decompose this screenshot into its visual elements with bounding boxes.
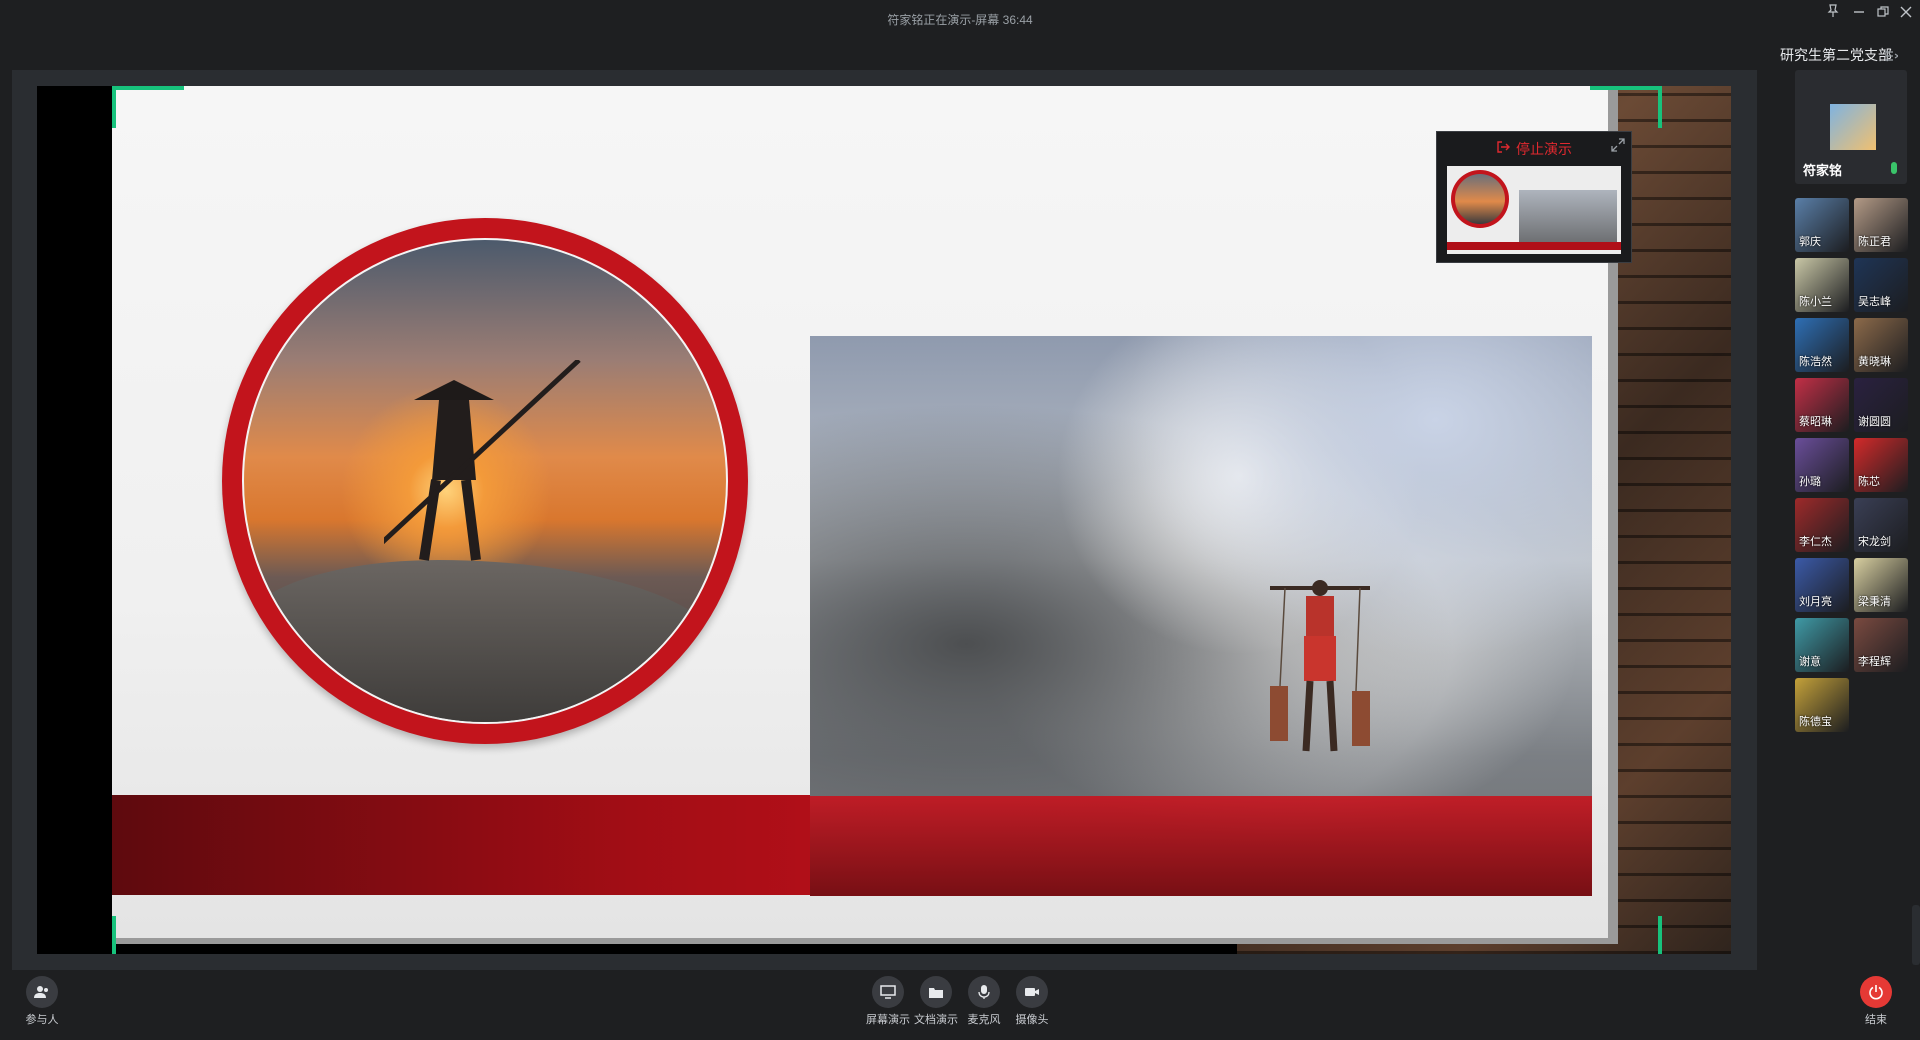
- participant-tile[interactable]: 宋龙剑: [1854, 498, 1908, 552]
- restore-icon[interactable]: [1872, 4, 1894, 24]
- participant-name: 陈正君: [1858, 236, 1891, 248]
- participant-name: 陈浩然: [1799, 356, 1832, 368]
- window-title: 符家铭正在演示-屏幕 36:44: [887, 13, 1033, 27]
- mic-active-icon: [1891, 162, 1897, 174]
- presenter-mini-window[interactable]: 停止演示: [1436, 131, 1632, 263]
- title-bar: 符家铭正在演示-屏幕 36:44: [0, 0, 1920, 40]
- participant-name: 郭庆: [1799, 236, 1821, 248]
- list-toggle-icon[interactable]: [1884, 48, 1900, 66]
- presentation-slide: [112, 86, 1608, 938]
- photo-red-reflection: [810, 796, 1592, 896]
- participant-tile[interactable]: 谢圆圆: [1854, 378, 1908, 432]
- participants-button[interactable]: 参与人: [12, 976, 72, 1027]
- minimize-icon[interactable]: [1848, 4, 1870, 24]
- host-video-tile[interactable]: 符家铭: [1795, 70, 1907, 184]
- participant-name: 孙璐: [1799, 476, 1821, 488]
- participant-name: 梁秉清: [1858, 596, 1891, 608]
- salt-worker-circle-frame: [222, 218, 748, 744]
- participant-name: 陈芯: [1858, 476, 1880, 488]
- preview-red-band: [1447, 242, 1621, 250]
- participant-tile[interactable]: 郭庆: [1795, 198, 1849, 252]
- participant-name: 陈小兰: [1799, 296, 1832, 308]
- participant-name: 谢意: [1799, 656, 1821, 668]
- participant-tile[interactable]: 蔡昭琳: [1795, 378, 1849, 432]
- salt-worker-photo: [242, 238, 728, 724]
- participant-name: 刘月亮: [1799, 596, 1832, 608]
- participant-name: 李程辉: [1858, 656, 1891, 668]
- participant-tile[interactable]: 孙璐: [1795, 438, 1849, 492]
- screen-icon: [872, 976, 904, 1008]
- close-icon[interactable]: [1895, 4, 1917, 24]
- participant-tile[interactable]: 梁秉清: [1854, 558, 1908, 612]
- participant-name: 宋龙剑: [1858, 536, 1891, 548]
- mini-window-preview: [1447, 166, 1621, 254]
- participant-tile[interactable]: 陈正君: [1854, 198, 1908, 252]
- meeting-toolbar: 参与人 屏幕演示 文档演示 麦克风 摄像头 结束: [0, 972, 1920, 1040]
- capture-corner-top-right: [1590, 86, 1662, 128]
- participant-name: 蔡昭琳: [1799, 416, 1832, 428]
- exit-icon: [1496, 140, 1510, 157]
- participant-tile[interactable]: 陈德宝: [1795, 678, 1849, 732]
- preview-circle: [1451, 170, 1509, 228]
- stop-presentation-button[interactable]: 停止演示: [1437, 139, 1631, 159]
- expand-icon[interactable]: [1611, 138, 1625, 155]
- participant-tile[interactable]: 黄晓琳: [1854, 318, 1908, 372]
- end-meeting-button[interactable]: 结束: [1846, 976, 1906, 1027]
- stop-presentation-label: 停止演示: [1516, 141, 1572, 157]
- side-scroll-handle[interactable]: [1912, 905, 1920, 965]
- participant-tile[interactable]: 李程辉: [1854, 618, 1908, 672]
- participant-name: 谢圆圆: [1858, 416, 1891, 428]
- mini-window-header: 停止演示: [1437, 132, 1631, 162]
- participant-name: 陈德宝: [1799, 716, 1832, 728]
- capture-corner-top-left: [112, 86, 184, 128]
- avatar: [1830, 104, 1876, 150]
- participant-name: 吴志峰: [1858, 296, 1891, 308]
- participant-tile[interactable]: 谢意: [1795, 618, 1849, 672]
- camera-button[interactable]: 摄像头: [1002, 976, 1062, 1027]
- participant-name: 黄晓琳: [1858, 356, 1891, 368]
- preview-photo: [1519, 190, 1617, 242]
- porter-photo: [810, 336, 1592, 896]
- host-name: 符家铭: [1803, 163, 1843, 178]
- folder-icon: [920, 976, 952, 1008]
- participant-tile[interactable]: 李仁杰: [1795, 498, 1849, 552]
- capture-corner-bottom-right: [1590, 916, 1662, 954]
- participant-tile[interactable]: 陈小兰: [1795, 258, 1849, 312]
- camera-icon: [1016, 976, 1048, 1008]
- porter-figure: [1270, 580, 1370, 752]
- people-icon: [26, 976, 58, 1008]
- end-meeting-label: 结束: [1865, 1014, 1887, 1026]
- camera-label: 摄像头: [1015, 1014, 1049, 1026]
- participant-name: 李仁杰: [1799, 536, 1832, 548]
- participant-tile[interactable]: 陈芯: [1854, 438, 1908, 492]
- capture-corner-bottom-left: [112, 916, 184, 954]
- participant-tile[interactable]: 陈浩然: [1795, 318, 1849, 372]
- salt-worker-figure: [384, 360, 581, 561]
- participant-tile[interactable]: 吴志峰: [1854, 258, 1908, 312]
- microphone-icon: [968, 976, 1000, 1008]
- participants-label: 参与人: [25, 1014, 59, 1026]
- power-icon: [1860, 976, 1892, 1008]
- participant-tile[interactable]: 刘月亮: [1795, 558, 1849, 612]
- pin-icon[interactable]: [1822, 4, 1844, 24]
